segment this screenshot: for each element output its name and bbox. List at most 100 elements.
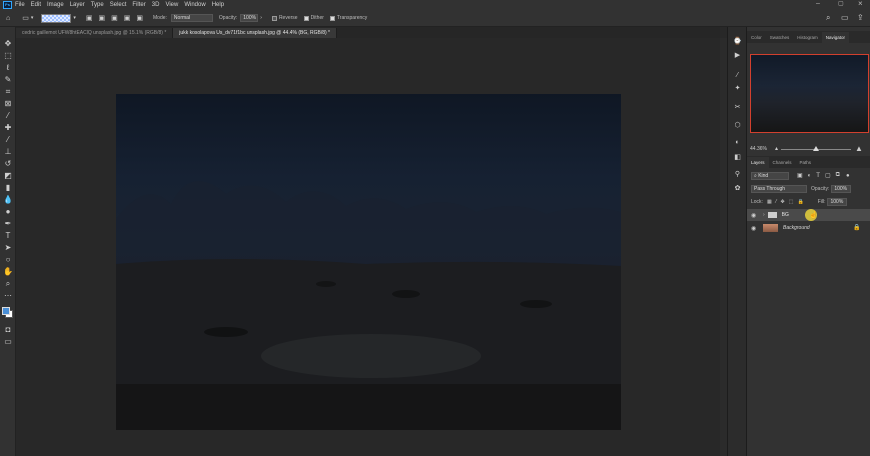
angle-gradient-icon[interactable]: ▣	[111, 14, 118, 22]
radial-gradient-icon[interactable]: ▣	[99, 14, 106, 22]
filter-smart-object-icon[interactable]: ⧉	[836, 172, 840, 179]
gradient-picker[interactable]	[41, 13, 72, 23]
clone-stamp-tool-icon[interactable]: ⊥	[3, 147, 13, 157]
menu-select[interactable]: Select	[110, 2, 127, 8]
layer-name[interactable]: Background	[783, 225, 810, 231]
document-tab-active[interactable]: jukk kosolapova Us_dv71f1bc unsplash.jpg…	[173, 28, 338, 38]
navigator-slider-handle[interactable]	[813, 146, 819, 151]
search-icon[interactable]: ⌕	[826, 13, 830, 23]
layer-opacity-input[interactable]: 100%	[831, 184, 852, 193]
layer-row-bg-group[interactable]: ◉ › BG ☝	[747, 209, 870, 221]
reflected-gradient-icon[interactable]: ▣	[124, 14, 131, 22]
glyphs-icon[interactable]: ✿	[733, 184, 742, 193]
linear-gradient-icon[interactable]: ▣	[86, 14, 93, 22]
zoom-tool-icon[interactable]: ⌕	[3, 279, 13, 289]
tab-layers[interactable]: Layers	[747, 157, 769, 168]
tab-paths[interactable]: Paths	[796, 157, 816, 168]
type-tool-icon[interactable]: T	[3, 231, 13, 241]
visibility-eye-icon[interactable]: ◉	[751, 225, 758, 232]
opacity-input[interactable]: 100%	[240, 14, 259, 22]
brush-tool-icon[interactable]: ⁄	[3, 135, 13, 145]
menu-filter[interactable]: Filter	[132, 2, 145, 8]
menu-help[interactable]: Help	[212, 2, 224, 8]
more-tools-icon[interactable]: ⋯	[3, 291, 13, 301]
menu-layer[interactable]: Layer	[70, 2, 85, 8]
layer-filter-select[interactable]: ⌕ Kind	[751, 171, 789, 180]
menu-image[interactable]: Image	[47, 2, 64, 8]
minimize-icon[interactable]: –	[816, 0, 820, 7]
gradient-chevron-icon[interactable]: ▾	[73, 15, 76, 21]
transparency-checkbox[interactable]	[329, 15, 335, 21]
eyedropper-tool-icon[interactable]: ⁄	[3, 111, 13, 121]
healing-brush-tool-icon[interactable]: ✚	[3, 123, 13, 133]
filter-toggle-icon[interactable]: ●	[846, 173, 850, 179]
opacity-chevron-icon[interactable]: ›	[260, 15, 262, 21]
fill-input[interactable]: 100%	[827, 197, 848, 206]
dither-checkbox[interactable]	[303, 15, 309, 21]
vertical-scrollbar[interactable]	[720, 38, 727, 456]
lasso-tool-icon[interactable]: ℓ	[3, 63, 13, 73]
visibility-eye-icon[interactable]: ◉	[751, 212, 758, 219]
close-icon[interactable]: ×	[858, 0, 863, 8]
brushes-panel-icon[interactable]: ✦	[733, 84, 742, 93]
pen-tool-icon[interactable]: ✒	[3, 219, 13, 229]
path-selection-tool-icon[interactable]: ➤	[3, 243, 13, 253]
crop-tool-icon[interactable]: ⌗	[3, 87, 13, 97]
menu-window[interactable]: Window	[184, 2, 205, 8]
workspace-icon[interactable]: ▭	[841, 13, 849, 22]
gradient-tool-icon[interactable]: ▭	[22, 14, 29, 22]
tab-navigator[interactable]: Navigator	[821, 32, 850, 43]
lock-position-icon[interactable]: ✥	[781, 199, 785, 205]
ellipse-tool-icon[interactable]: ○	[3, 255, 13, 265]
lock-pixels-icon[interactable]: ⁄	[776, 199, 777, 205]
tools-settings-icon[interactable]: ✂	[733, 103, 742, 112]
document-tab[interactable]: cedric gaillemot UFW8htEAClQ unsplash.jp…	[16, 28, 174, 38]
tool-preset-chevron-icon[interactable]: ▾	[31, 15, 34, 21]
lock-all-icon[interactable]: 🔒	[797, 199, 803, 205]
lock-transparent-icon[interactable]: ▦	[767, 199, 772, 205]
zoom-in-icon[interactable]: ▲	[855, 144, 863, 153]
foreground-color-swatch[interactable]	[2, 307, 10, 315]
tab-color[interactable]: Color	[747, 32, 766, 43]
navigator-zoom-value[interactable]: 44.36%	[750, 146, 767, 152]
frame-tool-icon[interactable]: ⊠	[3, 99, 13, 109]
quick-selection-tool-icon[interactable]: ✎	[3, 75, 13, 85]
eraser-tool-icon[interactable]: ◩	[3, 171, 13, 181]
group-expand-chevron-icon[interactable]: ›	[763, 212, 765, 218]
screen-mode-icon[interactable]: ▭	[3, 337, 13, 347]
tab-histogram[interactable]: Histogram	[793, 32, 822, 43]
quick-mask-icon[interactable]: ◘	[3, 325, 13, 335]
history-panel-icon[interactable]: ⌚	[733, 37, 742, 46]
reverse-checkbox[interactable]	[271, 15, 277, 21]
marquee-tool-icon[interactable]: ⬚	[3, 51, 13, 61]
move-tool-icon[interactable]: ✥	[3, 39, 13, 49]
adjustments-icon[interactable]: ◐	[733, 138, 742, 147]
filter-shape-icon[interactable]: ▢	[825, 172, 831, 179]
diamond-gradient-icon[interactable]: ▣	[136, 14, 143, 22]
layer-name[interactable]: BG	[782, 212, 789, 218]
libraries-icon[interactable]: ◧	[733, 153, 742, 162]
filter-type-icon[interactable]: T	[816, 173, 820, 179]
gradient-tool-icon[interactable]: ▮	[3, 183, 13, 193]
filter-pixel-icon[interactable]: ▣	[797, 172, 803, 179]
share-icon[interactable]: ⇪	[857, 13, 864, 22]
layer-row-background[interactable]: ◉ Background 🔒	[747, 222, 870, 234]
blur-tool-icon[interactable]: 💧	[3, 195, 13, 205]
lock-artboard-icon[interactable]: ⬚	[789, 199, 794, 205]
filter-adjustment-icon[interactable]: ◐	[808, 173, 812, 179]
blend-mode-select[interactable]: Pass Through	[751, 184, 807, 193]
tab-swatches[interactable]: Swatches	[766, 32, 794, 43]
brush-settings-icon[interactable]: ⁄	[733, 71, 742, 80]
menu-view[interactable]: View	[165, 2, 178, 8]
properties-icon[interactable]: ⚲	[733, 170, 742, 179]
hand-tool-icon[interactable]: ✋	[3, 267, 13, 277]
zoom-out-icon[interactable]: ▴	[775, 145, 778, 152]
navigator-thumbnail[interactable]	[750, 54, 869, 133]
canvas-area[interactable]	[16, 38, 720, 456]
menu-edit[interactable]: Edit	[31, 2, 41, 8]
menu-3d[interactable]: 3D	[152, 2, 160, 8]
home-icon[interactable]: ⌂	[6, 15, 10, 22]
mode-select[interactable]: Normal	[170, 14, 213, 22]
menu-file[interactable]: File	[15, 2, 25, 8]
actions-panel-icon[interactable]: ▶	[733, 51, 742, 60]
